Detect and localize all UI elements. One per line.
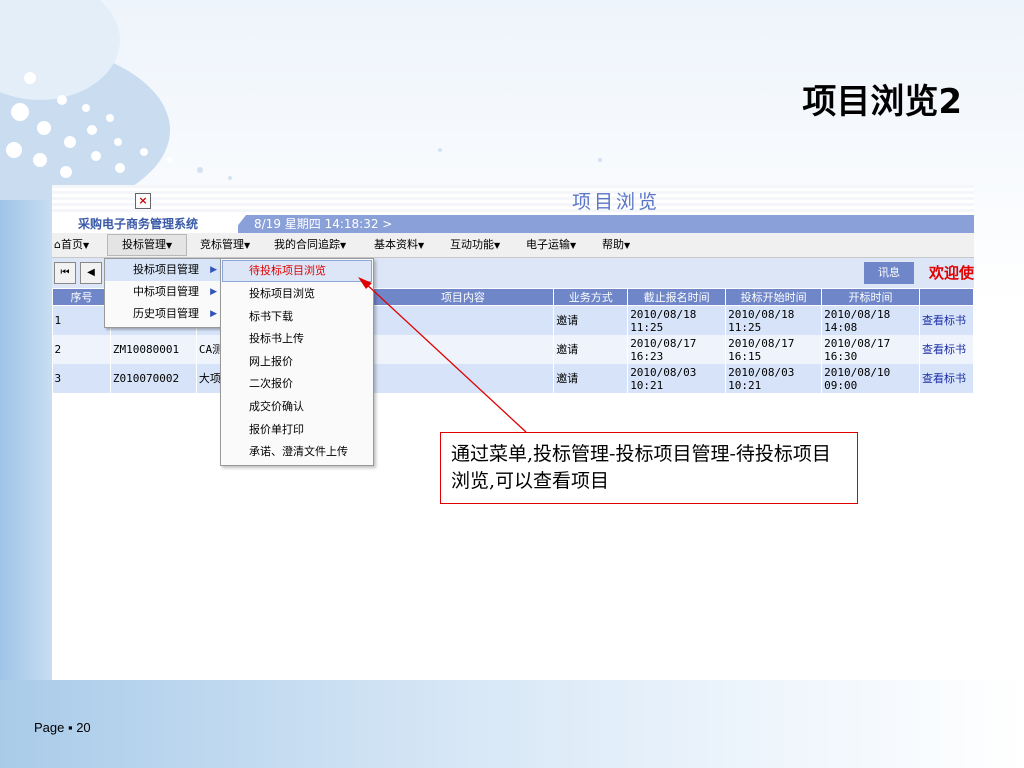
menu-bid-management[interactable]: 投标管理▼ xyxy=(107,234,188,256)
window-header xyxy=(52,185,974,215)
annotation-callout: 通过菜单,投标管理-投标项目管理-待投标项目浏览,可以查看项目 xyxy=(440,432,858,504)
project-content xyxy=(372,335,555,364)
menu-bid-management-label: 投标管理 xyxy=(122,238,166,251)
col-header xyxy=(919,288,974,306)
submenu2-item[interactable]: 报价单打印 xyxy=(221,419,373,442)
system-bar-slope xyxy=(232,215,246,233)
table-row[interactable]: 2 ZM10080001 CA测 邀请 2010/08/17 16:23 201… xyxy=(52,335,974,364)
submenu-item[interactable]: 投标项目管理 ▶ xyxy=(105,259,225,281)
view-tender-link[interactable]: 查看标书 xyxy=(922,314,966,327)
bid-start-time: 2010/08/18 11:25 xyxy=(725,305,823,335)
menu-home-label: 首页 xyxy=(60,238,83,251)
news-button[interactable]: 讯息 xyxy=(864,262,914,284)
submenu2-item[interactable]: 投标项目浏览 xyxy=(221,283,373,306)
col-header: 开标时间 xyxy=(821,288,921,306)
chevron-down-icon: ▼ xyxy=(166,241,173,250)
chevron-down-icon: ▼ xyxy=(570,241,577,250)
menu-basic-info-label: 基本资料 xyxy=(374,238,418,251)
project-code: Z010070002 xyxy=(110,364,197,393)
view-tender-link[interactable]: 查看标书 xyxy=(922,343,966,356)
menu-basic-info[interactable]: 基本资料▼ xyxy=(374,233,424,257)
chevron-down-icon: ▼ xyxy=(494,241,501,250)
submenu2-item-pending-browse[interactable]: 待投标项目浏览 xyxy=(222,260,372,282)
project-code: ZM10080001 xyxy=(110,335,197,364)
bid-project-submenu: 待投标项目浏览 投标项目浏览 标书下载 投标书上传 网上报价 二次报价 成交价确… xyxy=(220,258,374,466)
bid-open-time: 2010/08/17 16:30 xyxy=(821,335,921,364)
submenu2-item[interactable]: 承诺、澄清文件上传 xyxy=(221,441,373,464)
bid-start-time: 2010/08/17 16:15 xyxy=(725,335,823,364)
signup-deadline: 2010/08/17 16:23 xyxy=(627,335,727,364)
submenu2-item[interactable]: 成交价确认 xyxy=(221,396,373,419)
menu-help[interactable]: 帮助▼ xyxy=(602,233,630,257)
menu-interactive-label: 互动功能 xyxy=(450,238,494,251)
chevron-down-icon: ▼ xyxy=(624,241,631,250)
chevron-right-icon: ▶ xyxy=(210,287,217,297)
first-page-icon[interactable]: ⏮ xyxy=(54,262,76,284)
submenu2-item[interactable]: 投标书上传 xyxy=(221,328,373,351)
menu-contract-tracking[interactable]: 我的合同追踪▼ xyxy=(274,233,346,257)
chevron-down-icon: ▼ xyxy=(82,241,90,250)
bid-open-time: 2010/08/10 09:00 xyxy=(821,364,921,393)
menu-interactive[interactable]: 互动功能▼ xyxy=(450,233,500,257)
bid-management-dropdown: 投标项目管理 ▶ 中标项目管理 ▶ 历史项目管理 ▶ xyxy=(104,258,226,328)
menu-bar: ⌂首页▼ 投标管理▼ 竞标管理▼ 我的合同追踪▼ 基本资料▼ 互动功能▼ 电子运… xyxy=(52,233,974,258)
bid-start-time: 2010/08/03 10:21 xyxy=(725,364,823,393)
page-number: Page ▪ 20 xyxy=(34,720,91,735)
menu-help-label: 帮助 xyxy=(602,238,624,251)
menu-competitive-bid-label: 竞标管理 xyxy=(200,238,244,251)
system-name: 采购电子商务管理系统 xyxy=(52,215,238,233)
close-icon[interactable]: × xyxy=(135,193,151,209)
row-number: 1 xyxy=(52,305,111,335)
table-row[interactable]: 3 Z010070002 大项 邀请 2010/08/03 10:21 2010… xyxy=(52,364,974,393)
chevron-down-icon: ▼ xyxy=(244,241,251,250)
business-mode: 邀请 xyxy=(553,335,629,364)
submenu-item-label: 历史项目管理 xyxy=(133,307,199,320)
signup-deadline: 2010/08/03 10:21 xyxy=(627,364,727,393)
col-header: 投标开始时间 xyxy=(725,288,823,306)
submenu-item[interactable]: 中标项目管理 ▶ xyxy=(105,281,225,303)
datetime-label: 8/19 星期四 14:18:32 > xyxy=(254,217,393,231)
chevron-right-icon: ▶ xyxy=(210,265,217,275)
signup-deadline: 2010/08/18 11:25 xyxy=(627,305,727,335)
project-content xyxy=(372,305,555,335)
submenu-item-label: 投标项目管理 xyxy=(133,263,199,276)
bottom-band xyxy=(0,680,1024,768)
col-header: 序号 xyxy=(52,288,111,306)
col-header: 截止报名时间 xyxy=(627,288,727,306)
chevron-down-icon: ▼ xyxy=(418,241,425,250)
app-title: 项目浏览 xyxy=(572,191,661,213)
chevron-down-icon: ▼ xyxy=(340,241,347,250)
system-bar: 采购电子商务管理系统 8/19 星期四 14:18:32 > xyxy=(52,215,974,233)
business-mode: 邀请 xyxy=(553,305,629,335)
row-number: 2 xyxy=(52,335,111,364)
submenu2-item[interactable]: 标书下载 xyxy=(221,306,373,329)
chevron-right-icon: ▶ xyxy=(210,309,217,319)
slide-title: 项目浏览2 xyxy=(802,82,962,122)
col-header: 业务方式 xyxy=(553,288,629,306)
col-header: 项目内容 xyxy=(371,288,555,306)
welcome-text: 欢迎使 xyxy=(928,264,974,282)
row-number: 3 xyxy=(52,364,111,393)
submenu2-item[interactable]: 二次报价 xyxy=(221,373,373,396)
submenu-item[interactable]: 历史项目管理 ▶ xyxy=(105,303,225,325)
menu-contract-tracking-label: 我的合同追踪 xyxy=(274,238,340,251)
prev-page-icon[interactable]: ◀ xyxy=(80,262,102,284)
menu-transport[interactable]: 电子运输▼ xyxy=(526,233,576,257)
business-mode: 邀请 xyxy=(553,364,629,393)
menu-transport-label: 电子运输 xyxy=(526,238,570,251)
project-content xyxy=(372,364,555,393)
submenu-item-label: 中标项目管理 xyxy=(133,285,199,298)
menu-competitive-bid[interactable]: 竞标管理▼ xyxy=(200,233,250,257)
home-icon: ⌂ xyxy=(54,238,61,251)
view-tender-link[interactable]: 查看标书 xyxy=(922,372,966,385)
menu-home[interactable]: ⌂首页▼ xyxy=(54,233,89,257)
submenu2-item[interactable]: 网上报价 xyxy=(221,351,373,374)
bid-open-time: 2010/08/18 14:08 xyxy=(821,305,921,335)
